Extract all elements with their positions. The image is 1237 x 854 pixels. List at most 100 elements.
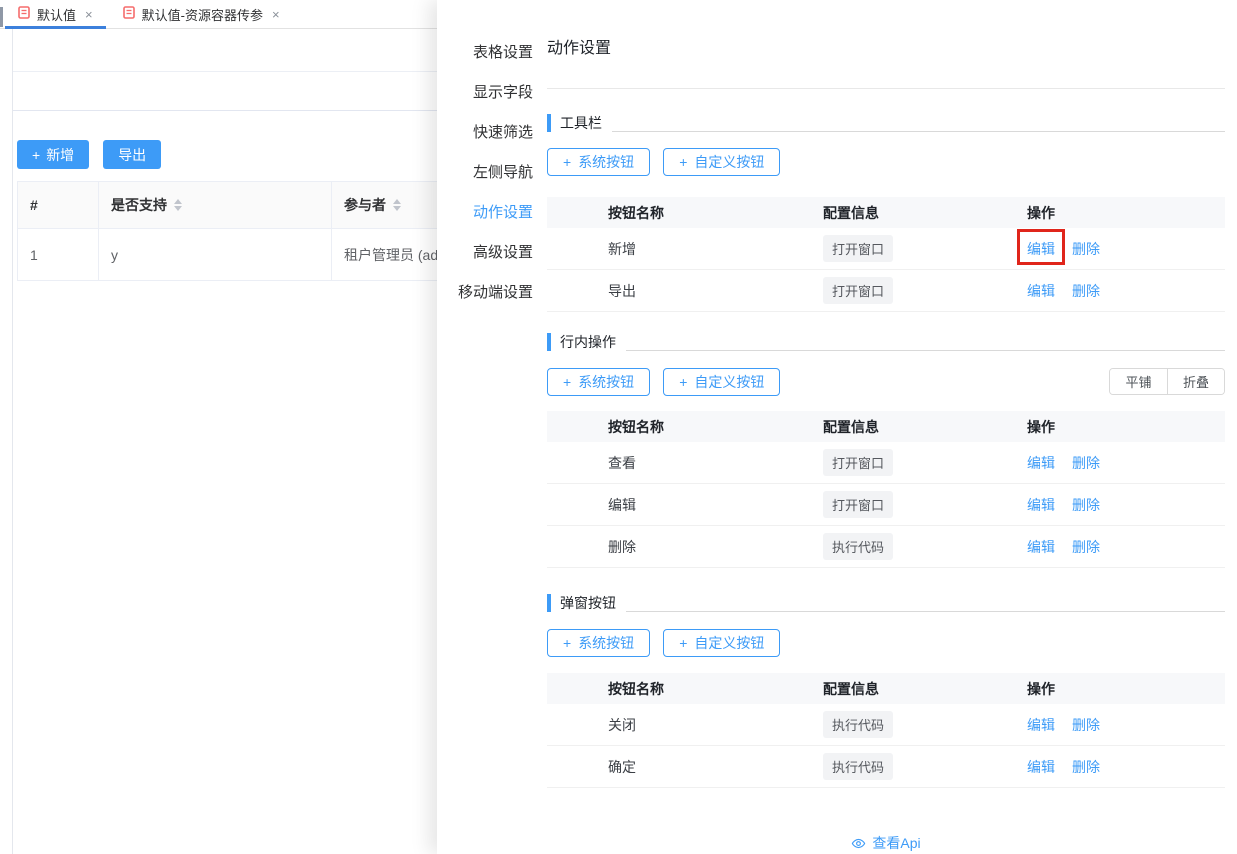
layout-toggle-group: 平铺 折叠 [1109, 368, 1225, 395]
delete-link[interactable]: 删除 [1072, 281, 1100, 301]
add-button[interactable]: + 新增 [17, 140, 89, 169]
table-row: 删除 执行代码 编辑 删除 [547, 526, 1225, 568]
edit-link[interactable]: 编辑 [1027, 537, 1055, 557]
menu-item-advanced-settings[interactable]: 高级设置 [437, 233, 540, 273]
section-header-inline-ops: 行内操作 [547, 331, 1225, 353]
delete-link[interactable]: 删除 [1072, 757, 1100, 777]
config-tag: 打开窗口 [823, 235, 893, 262]
document-icon [18, 6, 30, 22]
column-header-config: 配置信息 [823, 417, 1027, 437]
custom-button-add[interactable]: + 自定义按钮 [663, 629, 780, 657]
section-header-toolbar: 工具栏 [547, 112, 1225, 134]
delete-link[interactable]: 删除 [1072, 495, 1100, 515]
close-icon[interactable]: × [272, 7, 280, 22]
column-header-name: 按钮名称 [608, 679, 823, 699]
inline-ops-buttons-table: 按钮名称 配置信息 操作 查看 打开窗口 编辑 删除 编辑 打开窗口 [547, 411, 1225, 568]
close-icon[interactable]: × [85, 7, 93, 22]
page-toolbar: + 新增 导出 [17, 140, 161, 169]
config-tag: 打开窗口 [823, 449, 893, 476]
table-row: 确定 执行代码 编辑 删除 [547, 746, 1225, 788]
section-accent-bar [547, 594, 551, 612]
table-row: 查看 打开窗口 编辑 删除 [547, 442, 1225, 484]
cell-index: 1 [18, 229, 99, 281]
button-name: 关闭 [608, 715, 823, 735]
system-button-add[interactable]: + 系统按钮 [547, 629, 650, 657]
table-row: 编辑 打开窗口 编辑 删除 [547, 484, 1225, 526]
button-name: 删除 [608, 537, 823, 557]
table-row: 关闭 执行代码 编辑 删除 [547, 704, 1225, 746]
plus-icon: + [679, 374, 687, 390]
document-icon [123, 6, 135, 22]
menu-item-left-nav[interactable]: 左侧导航 [437, 153, 540, 193]
sort-icon[interactable] [393, 199, 401, 211]
column-header-support: 是否支持 [99, 182, 332, 229]
divider [626, 350, 1225, 351]
column-header-config: 配置信息 [823, 679, 1027, 699]
dialog-buttons-table: 按钮名称 配置信息 操作 关闭 执行代码 编辑 删除 确定 执行代码 [547, 673, 1225, 788]
config-tag: 执行代码 [823, 711, 893, 738]
divider [626, 611, 1225, 612]
system-button-add[interactable]: + 系统按钮 [547, 368, 650, 396]
column-header-ops: 操作 [1027, 679, 1225, 699]
export-button[interactable]: 导出 [103, 140, 161, 169]
table-header: 按钮名称 配置信息 操作 [547, 673, 1225, 704]
menu-item-table-settings[interactable]: 表格设置 [437, 33, 540, 73]
delete-link[interactable]: 删除 [1072, 537, 1100, 557]
section-header-dialog-buttons: 弹窗按钮 [547, 592, 1225, 614]
button-name: 编辑 [608, 495, 823, 515]
delete-link[interactable]: 删除 [1072, 239, 1100, 259]
toolbar-buttons-table: 按钮名称 配置信息 操作 新增 打开窗口 编辑 删除 [547, 197, 1225, 312]
column-header-config: 配置信息 [823, 203, 1027, 223]
config-tag: 执行代码 [823, 533, 893, 560]
screen: 默认值 × 默认值-资源容器传参 × + 新增 导出 [0, 0, 1237, 854]
drawer-content: 动作设置 工具栏 + 系统按钮 + 自定义按钮 [540, 0, 1237, 854]
column-header-name: 按钮名称 [608, 203, 823, 223]
tab-label: 默认值 [37, 5, 76, 24]
menu-item-quick-filter[interactable]: 快速筛选 [437, 113, 540, 153]
view-api-link[interactable]: 查看Api [872, 833, 920, 853]
custom-button-add[interactable]: + 自定义按钮 [663, 148, 780, 176]
edit-link[interactable]: 编辑 [1027, 757, 1055, 777]
button-name: 新增 [608, 239, 823, 259]
plus-icon: + [563, 154, 571, 170]
table-header: 按钮名称 配置信息 操作 [547, 411, 1225, 442]
eye-icon [851, 836, 866, 851]
edit-link[interactable]: 编辑 [1027, 241, 1055, 257]
column-header-name: 按钮名称 [608, 417, 823, 437]
table-row: 新增 打开窗口 编辑 删除 [547, 228, 1225, 270]
drawer-menu: 表格设置 显示字段 快速筛选 左侧导航 动作设置 高级设置 移动端设置 [437, 0, 540, 854]
cell-support: y [99, 229, 332, 281]
edit-link[interactable]: 编辑 [1027, 715, 1055, 735]
table-row: 导出 打开窗口 编辑 删除 [547, 270, 1225, 312]
column-header-ops: 操作 [1027, 203, 1225, 223]
section-accent-bar [547, 333, 551, 351]
tab-default-value[interactable]: 默认值 × [3, 0, 108, 28]
tab-label: 默认值-资源容器传参 [142, 5, 263, 24]
delete-link[interactable]: 删除 [1072, 715, 1100, 735]
inline-ops-section-buttons: + 系统按钮 + 自定义按钮 平铺 折叠 [547, 367, 1225, 396]
system-button-add[interactable]: + 系统按钮 [547, 148, 650, 176]
edit-link[interactable]: 编辑 [1027, 281, 1055, 301]
custom-button-add[interactable]: + 自定义按钮 [663, 368, 780, 396]
delete-link[interactable]: 删除 [1072, 453, 1100, 473]
plus-icon: + [679, 635, 687, 651]
tab-default-value-resource-container[interactable]: 默认值-资源容器传参 × [108, 0, 295, 28]
collapse-button[interactable]: 折叠 [1167, 369, 1224, 394]
menu-item-display-fields[interactable]: 显示字段 [437, 73, 540, 113]
button-name: 导出 [608, 281, 823, 301]
plus-icon: + [563, 374, 571, 390]
divider [547, 88, 1225, 89]
menu-item-mobile-settings[interactable]: 移动端设置 [437, 273, 540, 313]
config-tag: 打开窗口 [823, 491, 893, 518]
edit-link[interactable]: 编辑 [1027, 453, 1055, 473]
sort-icon[interactable] [174, 199, 182, 211]
plus-icon: + [679, 154, 687, 170]
plus-icon: + [563, 635, 571, 651]
menu-item-action-settings[interactable]: 动作设置 [437, 193, 540, 233]
dialog-section-buttons: + 系统按钮 + 自定义按钮 [547, 628, 1225, 657]
plus-icon: + [32, 147, 40, 163]
drawer-title: 动作设置 [547, 39, 1225, 58]
tile-button[interactable]: 平铺 [1110, 369, 1167, 394]
edit-link[interactable]: 编辑 [1027, 495, 1055, 515]
button-name: 确定 [608, 757, 823, 777]
